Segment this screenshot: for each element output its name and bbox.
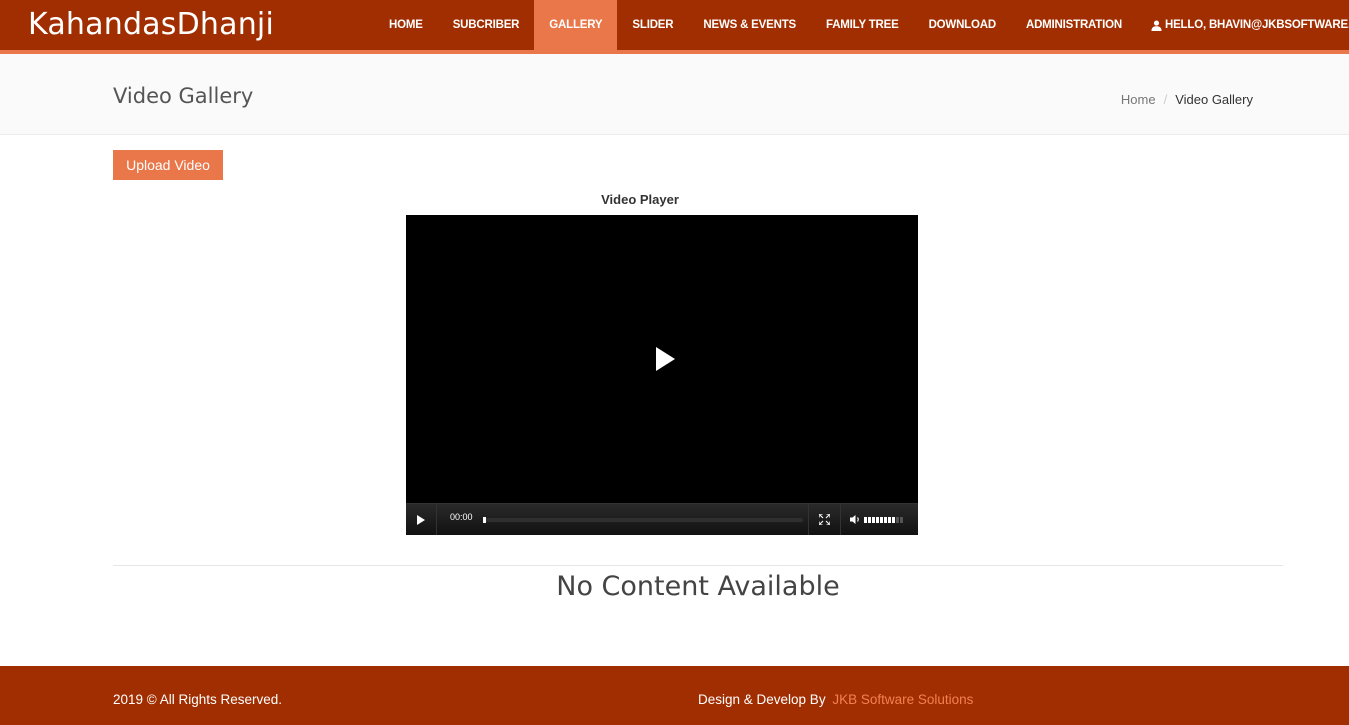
volume-segment bbox=[888, 517, 891, 523]
nav-download[interactable]: DOWNLOAD bbox=[914, 0, 1011, 50]
volume-icon[interactable] bbox=[850, 514, 862, 525]
volume-segment bbox=[880, 517, 883, 523]
nav-administration[interactable]: ADMINISTRATION bbox=[1011, 0, 1137, 50]
footer-credits: Design & Develop By JKB Software Solutio… bbox=[698, 692, 973, 707]
user-menu[interactable]: HELLO, BHAVIN@JKBSOFTWARE.COM bbox=[1137, 0, 1349, 50]
nav-news-events[interactable]: NEWS & EVENTS bbox=[688, 0, 811, 50]
user-label: HELLO, BHAVIN@JKBSOFTWARE.COM bbox=[1164, 19, 1349, 31]
nav-slider[interactable]: SLIDER bbox=[617, 0, 688, 50]
progress-bar[interactable] bbox=[483, 517, 803, 523]
brand-logo[interactable]: KahandasDhanji bbox=[28, 6, 274, 44]
user-icon bbox=[1151, 20, 1162, 31]
volume-segment bbox=[892, 517, 895, 523]
breadcrumb-home[interactable]: Home bbox=[1121, 92, 1156, 107]
footer-copyright: 2019 © All Rights Reserved. bbox=[113, 692, 283, 707]
footer: 2019 © All Rights Reserved. Design & Dev… bbox=[0, 666, 1349, 725]
page-title-band: Video Gallery Home / Video Gallery bbox=[0, 54, 1349, 135]
footer-design-link[interactable]: JKB Software Solutions bbox=[832, 692, 973, 707]
nav-home[interactable]: HOME bbox=[374, 0, 438, 50]
player-controls: 00:00 bbox=[406, 503, 918, 535]
main-nav: HOME SUBCRIBER GALLERY SLIDER NEWS & EVE… bbox=[374, 0, 1349, 50]
volume-segment bbox=[884, 517, 887, 523]
play-icon bbox=[417, 514, 425, 525]
breadcrumb-separator: / bbox=[1163, 92, 1168, 107]
nav-family-tree[interactable]: FAMILY TREE bbox=[811, 0, 914, 50]
top-navbar: KahandasDhanji HOME SUBCRIBER GALLERY SL… bbox=[0, 0, 1349, 50]
fullscreen-icon bbox=[819, 514, 830, 525]
control-play-button[interactable] bbox=[406, 504, 437, 535]
footer-design-prefix: Design & Develop By bbox=[698, 692, 826, 707]
page-title: Video Gallery bbox=[113, 84, 254, 108]
breadcrumb-current: Video Gallery bbox=[1175, 92, 1253, 107]
play-icon[interactable] bbox=[654, 346, 676, 372]
fullscreen-button[interactable] bbox=[808, 504, 841, 535]
video-player-label: Video Player bbox=[601, 192, 679, 207]
nav-gallery[interactable]: GALLERY bbox=[534, 0, 618, 50]
content-divider bbox=[113, 565, 1283, 566]
empty-state-message: No Content Available bbox=[556, 571, 840, 602]
upload-video-button[interactable]: Upload Video bbox=[113, 150, 223, 180]
volume-segment bbox=[864, 517, 867, 523]
nav-subscriber[interactable]: SUBCRIBER bbox=[438, 0, 535, 50]
current-time: 00:00 bbox=[450, 512, 473, 522]
volume-segment bbox=[900, 517, 903, 523]
volume-segment bbox=[868, 517, 871, 523]
volume-segment bbox=[876, 517, 879, 523]
volume-segment bbox=[872, 517, 875, 523]
progress-handle[interactable] bbox=[483, 517, 486, 523]
video-player[interactable]: 00:00 bbox=[406, 215, 918, 535]
breadcrumb: Home / Video Gallery bbox=[1121, 92, 1253, 107]
volume-slider[interactable] bbox=[864, 517, 904, 523]
volume-segment bbox=[896, 517, 899, 523]
